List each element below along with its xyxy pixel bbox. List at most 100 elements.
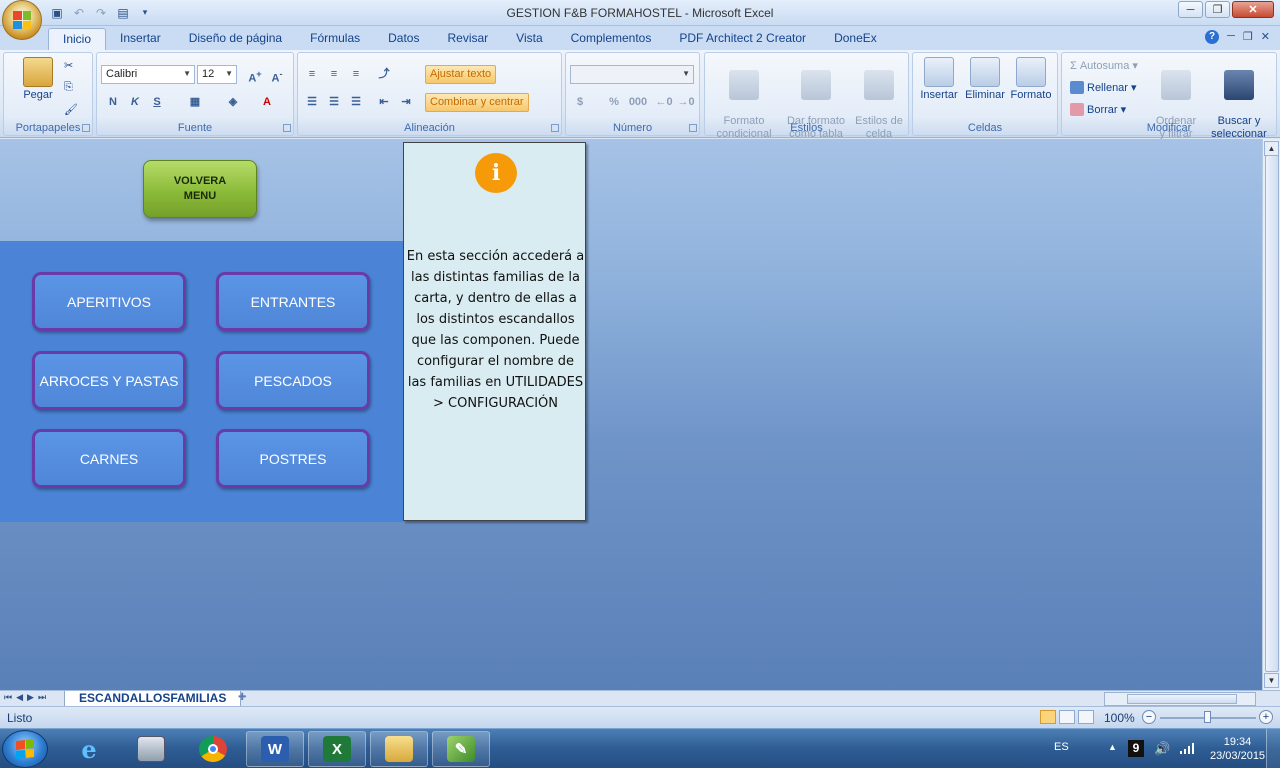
taskbar-explorer[interactable] — [370, 731, 428, 767]
last-sheet-icon[interactable]: ⏭ — [38, 692, 46, 703]
ribbon-minimize-icon[interactable]: ─ — [1227, 30, 1235, 44]
family-button-aperitivos[interactable]: APERITIVOS — [32, 272, 186, 331]
taskbar-calculator[interactable] — [122, 731, 180, 767]
tab-formulas[interactable]: Fórmulas — [296, 28, 374, 50]
taskbar-word[interactable]: W — [246, 731, 304, 767]
currency-icon[interactable]: $ — [570, 93, 590, 111]
scroll-thumb[interactable] — [1265, 155, 1279, 672]
family-button-postres[interactable]: POSTRES — [216, 429, 370, 488]
align-bottom-icon[interactable]: ≡ — [346, 65, 366, 83]
first-sheet-icon[interactable]: ⏮ — [4, 692, 12, 703]
zoom-slider-thumb[interactable] — [1204, 711, 1211, 723]
tab-revisar[interactable]: Revisar — [433, 28, 502, 50]
orientation-icon[interactable]: ⤴ — [374, 65, 394, 83]
fill-color-icon[interactable]: ◈ — [223, 93, 243, 111]
tab-inicio[interactable]: Inicio — [48, 28, 107, 50]
family-button-arroces-pastas[interactable]: ARROCES Y PASTAS — [32, 351, 186, 410]
wrap-text-button[interactable]: Ajustar texto — [425, 65, 497, 84]
align-right-icon[interactable]: ☰ — [346, 93, 366, 111]
tab-pdf-architect[interactable]: PDF Architect 2 Creator — [665, 28, 820, 50]
paste-button[interactable]: Pegar — [16, 57, 60, 102]
merge-center-button[interactable]: Combinar y centrar — [425, 93, 529, 112]
underline-button[interactable]: S — [147, 93, 167, 111]
font-name-select[interactable]: Calibri ▼ — [101, 65, 195, 84]
align-middle-icon[interactable]: ≡ — [324, 65, 344, 83]
zoom-out-icon[interactable]: − — [1142, 710, 1156, 724]
page-layout-view-icon[interactable] — [1059, 710, 1075, 724]
ribbon-restore-icon[interactable]: ❐ — [1243, 30, 1253, 44]
tab-diseno-pagina[interactable]: Diseño de página — [175, 28, 296, 50]
delete-cells-button[interactable]: Eliminar — [961, 57, 1009, 102]
shrink-font-icon[interactable]: A- — [267, 65, 287, 85]
clock[interactable]: 19:34 23/03/2015 — [1210, 735, 1265, 763]
increase-indent-icon[interactable]: ⇥ — [396, 93, 416, 111]
scroll-up-icon[interactable]: ▲ — [1264, 141, 1279, 156]
sheet-tab-escandallosfamilias[interactable]: ESCANDALLOSFAMILIAS — [64, 691, 242, 707]
align-center-icon[interactable]: ☰ — [324, 93, 344, 111]
tab-doneex[interactable]: DoneEx — [820, 28, 891, 50]
tray-badge[interactable]: 9 — [1128, 740, 1144, 757]
grow-font-icon[interactable]: A+ — [245, 65, 265, 85]
tray-overflow-icon[interactable]: ▲ — [1108, 742, 1117, 752]
page-break-view-icon[interactable] — [1078, 710, 1094, 724]
ribbon-close-icon[interactable]: ✕ — [1261, 30, 1270, 44]
launcher-icon[interactable] — [82, 124, 90, 132]
insert-sheet-icon[interactable]: ✚ — [238, 692, 254, 705]
tab-complementos[interactable]: Complementos — [557, 28, 666, 50]
thousands-button[interactable]: 000 — [628, 93, 648, 111]
prev-sheet-icon[interactable]: ◀ — [16, 692, 23, 703]
zoom-level[interactable]: 100% — [1104, 711, 1135, 725]
bold-button[interactable]: N — [103, 93, 123, 111]
taskbar-pen-app[interactable]: ✎ — [432, 731, 490, 767]
borders-icon[interactable]: ▦ — [185, 93, 205, 111]
zoom-in-icon[interactable]: + — [1259, 710, 1273, 724]
next-sheet-icon[interactable]: ▶ — [27, 692, 34, 703]
percent-button[interactable]: % — [604, 93, 624, 111]
show-desktop-button[interactable] — [1266, 729, 1280, 768]
tab-insertar[interactable]: Insertar — [106, 28, 175, 50]
italic-button[interactable]: K — [125, 93, 145, 111]
family-button-carnes[interactable]: CARNES — [32, 429, 186, 488]
close-button[interactable]: ✕ — [1232, 1, 1274, 18]
number-format-select[interactable]: ▼ — [570, 65, 694, 84]
scroll-down-icon[interactable]: ▼ — [1264, 673, 1279, 688]
restore-button[interactable]: ❐ — [1205, 1, 1230, 18]
increase-decimal-icon[interactable]: ←0 — [654, 93, 674, 111]
font-size-select[interactable]: 12 ▼ — [197, 65, 237, 84]
hscroll-thumb[interactable] — [1127, 694, 1237, 704]
decrease-decimal-icon[interactable]: →0 — [676, 93, 696, 111]
tab-datos[interactable]: Datos — [374, 28, 433, 50]
fill-button[interactable]: Rellenar ▾ — [1070, 81, 1137, 94]
normal-view-icon[interactable] — [1040, 710, 1056, 724]
volver-menu-button[interactable]: VOLVERA MENU — [143, 160, 257, 218]
volume-icon[interactable]: 🔊 — [1154, 741, 1170, 757]
taskbar-chrome[interactable] — [184, 731, 242, 767]
office-button[interactable] — [2, 0, 42, 40]
minimize-button[interactable]: ─ — [1178, 1, 1203, 18]
format-cells-button[interactable]: Formato — [1007, 57, 1055, 102]
decrease-indent-icon[interactable]: ⇤ — [374, 93, 394, 111]
start-button[interactable] — [2, 730, 48, 768]
family-button-entrantes[interactable]: ENTRANTES — [216, 272, 370, 331]
clear-button[interactable]: Borrar ▾ — [1070, 103, 1126, 116]
horizontal-scrollbar[interactable] — [1104, 692, 1256, 706]
launcher-icon[interactable] — [689, 124, 697, 132]
taskbar-excel[interactable]: X — [308, 731, 366, 767]
language-indicator[interactable]: ES — [1054, 741, 1069, 753]
insert-cells-button[interactable]: Insertar — [915, 57, 963, 102]
help-icon[interactable]: ? — [1205, 30, 1220, 44]
align-top-icon[interactable]: ≡ — [302, 65, 322, 83]
format-painter-icon[interactable]: 🖌 — [64, 103, 78, 116]
network-icon[interactable] — [1180, 742, 1196, 754]
launcher-icon[interactable] — [551, 124, 559, 132]
tab-vista[interactable]: Vista — [502, 28, 556, 50]
vertical-scrollbar[interactable]: ▲ ▼ — [1262, 139, 1280, 690]
font-color-icon[interactable]: A — [257, 93, 277, 111]
family-button-pescados[interactable]: PESCADOS — [216, 351, 370, 410]
taskbar-internet-explorer[interactable]: e — [60, 731, 118, 767]
launcher-icon[interactable] — [283, 124, 291, 132]
autosum-button[interactable]: Σ Autosuma ▾ — [1070, 59, 1138, 73]
cut-icon[interactable]: ✂ — [64, 59, 73, 72]
align-left-icon[interactable]: ☰ — [302, 93, 322, 111]
copy-icon[interactable]: ⎘ — [64, 81, 73, 94]
